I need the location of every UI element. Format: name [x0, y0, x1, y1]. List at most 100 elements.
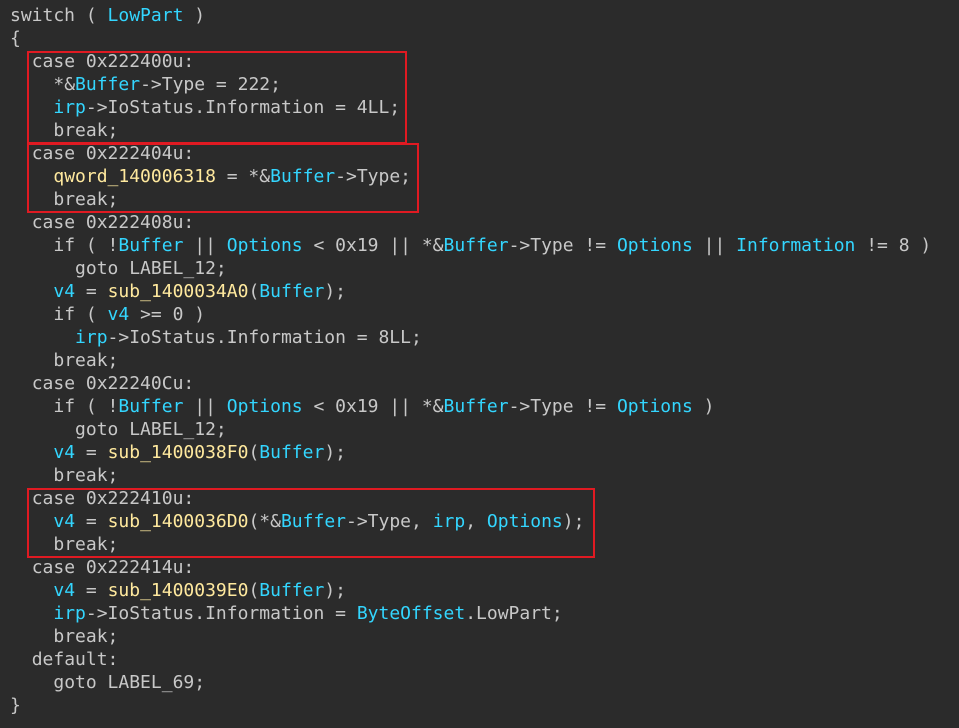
- code-line: if ( v4 >= 0 ): [10, 303, 931, 326]
- code-text: =: [75, 511, 108, 532]
- code-line: case 0x22240Cu:: [10, 372, 931, 395]
- code-text: case 0x222404u:: [31, 143, 195, 164]
- code-text: case 0x222410u:: [31, 488, 195, 509]
- pseudocode-listing: switch ( LowPart ){ case 0x222400u: *&Bu…: [10, 4, 931, 717]
- code-identifier: Buffer: [259, 281, 325, 302]
- code-text: break;: [53, 120, 119, 141]
- code-line: case 0x222408u:: [10, 211, 931, 234]
- code-identifier: Buffer: [259, 442, 325, 463]
- code-text: switch (: [10, 5, 108, 26]
- code-line: case 0x222404u:: [10, 142, 931, 165]
- code-text: {: [10, 28, 21, 49]
- code-text: case 0x222408u:: [31, 212, 195, 233]
- code-identifier: Options: [226, 396, 303, 417]
- code-text: *&: [53, 74, 76, 95]
- code-line: irp->IoStatus.Information = 4LL;: [10, 96, 931, 119]
- code-identifier: v4: [53, 511, 76, 532]
- code-identifier: v4: [53, 580, 76, 601]
- code-function-name: sub_1400038F0: [107, 442, 249, 463]
- code-text: ->Type !=: [508, 396, 617, 417]
- code-identifier: Buffer: [443, 235, 509, 256]
- code-line: goto LABEL_69;: [10, 671, 931, 694]
- code-text: break;: [53, 534, 119, 555]
- code-text: ->Type,: [346, 511, 433, 532]
- code-identifier: Buffer: [75, 74, 141, 95]
- code-text: =: [75, 442, 108, 463]
- code-text: ): [183, 5, 206, 26]
- code-line: if ( !Buffer || Options < 0x19 || *&Buff…: [10, 395, 931, 418]
- code-text: );: [324, 281, 347, 302]
- code-text: if ( !: [53, 396, 119, 417]
- code-line: irp->IoStatus.Information = ByteOffset.L…: [10, 602, 931, 625]
- code-text: break;: [53, 189, 119, 210]
- code-identifier: Options: [616, 235, 693, 256]
- code-line: v4 = sub_1400038F0(Buffer);: [10, 441, 931, 464]
- code-text: case 0x222414u:: [31, 557, 195, 578]
- code-identifier: irp: [432, 511, 466, 532]
- code-line: if ( !Buffer || Options < 0x19 || *&Buff…: [10, 234, 931, 257]
- code-line: {: [10, 27, 931, 50]
- code-identifier: Buffer: [443, 396, 509, 417]
- code-text: >= 0 ): [129, 304, 206, 325]
- code-text: }: [10, 695, 21, 716]
- code-text: ->IoStatus.Information = 4LL;: [85, 97, 401, 118]
- code-line: switch ( LowPart ): [10, 4, 931, 27]
- code-text: ||: [692, 235, 737, 256]
- code-line: irp->IoStatus.Information = 8LL;: [10, 326, 931, 349]
- code-identifier: Buffer: [118, 396, 184, 417]
- code-text: (: [248, 580, 260, 601]
- code-text: ->Type;: [335, 166, 411, 187]
- code-text: != 8 ): [855, 235, 932, 256]
- code-line: break;: [10, 464, 931, 487]
- code-identifier: v4: [107, 304, 130, 325]
- code-line: v4 = sub_1400036D0(*&Buffer->Type, irp, …: [10, 510, 931, 533]
- code-text: ->Type = 222;: [140, 74, 281, 95]
- code-function-name: qword_140006318: [53, 166, 216, 187]
- code-text: );: [324, 580, 347, 601]
- code-text: ,: [465, 511, 487, 532]
- code-line: break;: [10, 119, 931, 142]
- code-identifier: Buffer: [118, 235, 184, 256]
- code-text: ): [692, 396, 715, 417]
- code-text: =: [75, 281, 108, 302]
- code-line: goto LABEL_12;: [10, 257, 931, 280]
- code-line: v4 = sub_1400034A0(Buffer);: [10, 280, 931, 303]
- code-text: ||: [183, 396, 227, 417]
- code-text: );: [324, 442, 347, 463]
- code-identifier: irp: [53, 603, 86, 624]
- code-identifier: irp: [75, 327, 108, 348]
- code-line: v4 = sub_1400039E0(Buffer);: [10, 579, 931, 602]
- code-text: = *&: [215, 166, 271, 187]
- code-line: break;: [10, 625, 931, 648]
- code-text: case 0x222400u:: [31, 51, 195, 72]
- code-text: );: [562, 511, 585, 532]
- code-function-name: sub_1400039E0: [107, 580, 249, 601]
- code-identifier: v4: [53, 442, 76, 463]
- code-text: ||: [183, 235, 227, 256]
- code-text: < 0x19 || *&: [302, 396, 444, 417]
- code-text: ->IoStatus.Information =: [85, 603, 357, 624]
- code-line: *&Buffer->Type = 222;: [10, 73, 931, 96]
- code-identifier: Options: [486, 511, 563, 532]
- decompiler-code-view: switch ( LowPart ){ case 0x222400u: *&Bu…: [0, 0, 959, 728]
- code-line: case 0x222414u:: [10, 556, 931, 579]
- code-identifier: LowPart: [107, 5, 184, 26]
